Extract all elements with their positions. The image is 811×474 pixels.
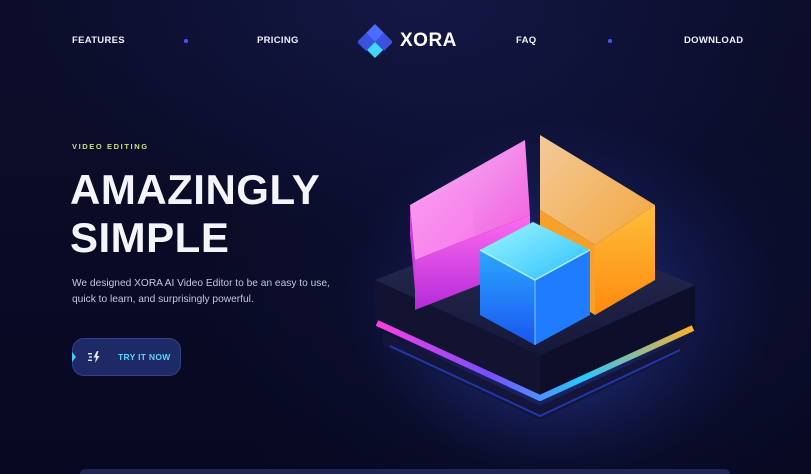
hero-description: We designed XORA AI Video Editor to be a…: [72, 278, 330, 305]
nav-link-pricing[interactable]: PRICING: [257, 35, 299, 46]
bolt-icon: [88, 351, 100, 363]
try-it-now-label: TRY IT NOW: [118, 352, 171, 362]
bottom-edge-strip: [80, 469, 730, 474]
hero-3d-cubes-illustration: [370, 135, 715, 455]
nav-link-features[interactable]: FEATURES: [72, 35, 125, 46]
nav-separator-dot: [608, 39, 612, 43]
hero-headline-line-2: SIMPLE: [70, 214, 230, 261]
brand-name: XORA: [400, 30, 457, 51]
hero-eyebrow: VIDEO EDITING: [72, 142, 149, 151]
xora-logo-icon: [358, 24, 392, 58]
nav-separator-dot: [184, 39, 188, 43]
landing-page: FEATURES PRICING XORA FAQ DOWNLOAD VIDEO…: [0, 0, 811, 474]
brand-logo[interactable]: XORA: [358, 24, 457, 58]
button-notch: [72, 352, 76, 362]
nav-link-download[interactable]: DOWNLOAD: [684, 35, 743, 46]
nav-link-faq[interactable]: FAQ: [516, 35, 536, 46]
hero-headline-line-1: AMAZINGLY: [70, 166, 321, 213]
hero-headline: AMAZINGLY SIMPLE: [70, 166, 320, 262]
try-it-now-button[interactable]: TRY IT NOW: [72, 338, 181, 376]
